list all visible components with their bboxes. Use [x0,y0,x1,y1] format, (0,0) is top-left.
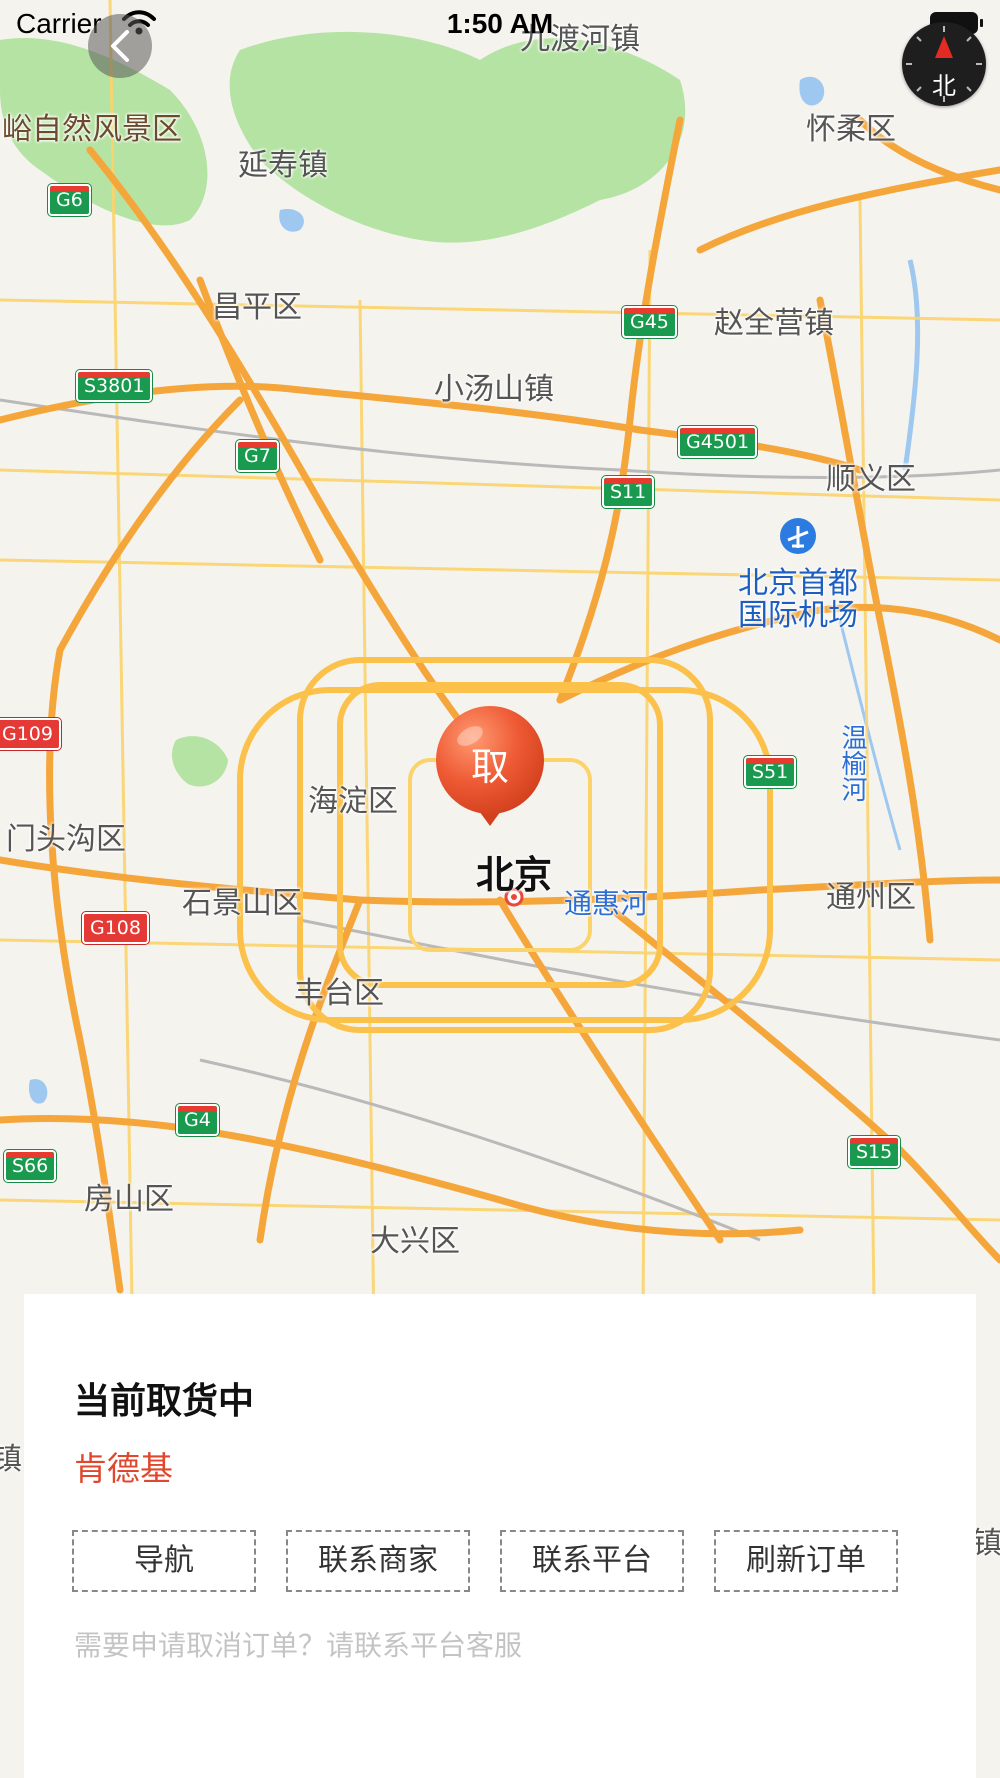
place-label-shunyi: 顺义区 [826,462,916,497]
place-label-xiaotangshan: 小汤山镇 [434,372,554,407]
contact-merchant-button[interactable]: 联系商家 [286,1530,470,1592]
water-label-wenyuhe: 温榆河 [837,724,867,802]
place-label-edge-left: 镇 [0,1442,22,1477]
north-arrow-icon [935,36,953,58]
order-status-title: 当前取货中 [74,1381,255,1422]
merchant-name: 肯德基 [74,1449,173,1488]
road-shield-g6: G6 [48,184,91,216]
place-label-edge-right: 镇 [972,1526,1000,1561]
contact-platform-button[interactable]: 联系平台 [500,1530,684,1592]
order-actions: 导航 联系商家 联系平台 刷新订单 [72,1530,928,1592]
road-shield-g108: G108 [82,912,149,944]
place-label-shijingshan: 石景山区 [182,886,302,921]
navigate-button[interactable]: 导航 [72,1530,256,1592]
road-shield-g45: G45 [622,306,677,338]
place-label-haidian: 海淀区 [308,784,398,819]
place-label-changping: 昌平区 [212,290,302,325]
road-shield-g7: G7 [236,440,279,472]
compass-button[interactable]: 北 [902,22,986,106]
road-shield-g4: G4 [176,1104,219,1136]
road-shield-g4501: G4501 [678,426,758,458]
place-label-beijing: 北京 [476,853,553,897]
road-shield-g109: G109 [0,718,61,750]
pin-pickup-label: 取 [470,745,509,789]
refresh-order-button[interactable]: 刷新订单 [714,1530,898,1592]
road-shield-s15: S15 [848,1136,901,1168]
place-label-huairou: 怀柔区 [806,112,896,147]
place-label-fengtai: 丰台区 [294,976,384,1011]
water-label-tonghuihe: 通惠河 [564,887,649,920]
place-label-mentougou: 门头沟区 [6,822,126,857]
cancel-order-hint: 需要申请取消订单？请联系平台客服 [74,1629,523,1662]
place-label-fangshan: 房山区 [84,1182,174,1217]
pickup-location-pin[interactable]: 取 [434,706,546,830]
place-label-tongzhou: 通州区 [826,880,916,915]
chevron-left-icon [111,30,129,62]
road-shield-s51: S51 [744,756,797,788]
road-shield-s3801: S3801 [76,370,153,402]
back-button[interactable] [88,14,152,78]
place-label-airport: 北京首都 国际机场 [738,566,858,633]
place-label-daxing: 大兴区 [370,1224,460,1259]
compass-north-label: 北 [932,72,956,100]
place-label-scenic-area: 峪自然风景区 [2,112,182,147]
road-shield-s11: S11 [602,476,655,508]
place-label-zhaoquanying: 赵全营镇 [714,306,834,341]
road-shield-s66: S66 [4,1150,57,1182]
place-label-yanshou: 延寿镇 [238,148,328,183]
order-status-panel: 当前取货中 肯德基 导航 联系商家 联系平台 刷新订单 需要申请取消订单？请联系… [24,1294,976,1778]
